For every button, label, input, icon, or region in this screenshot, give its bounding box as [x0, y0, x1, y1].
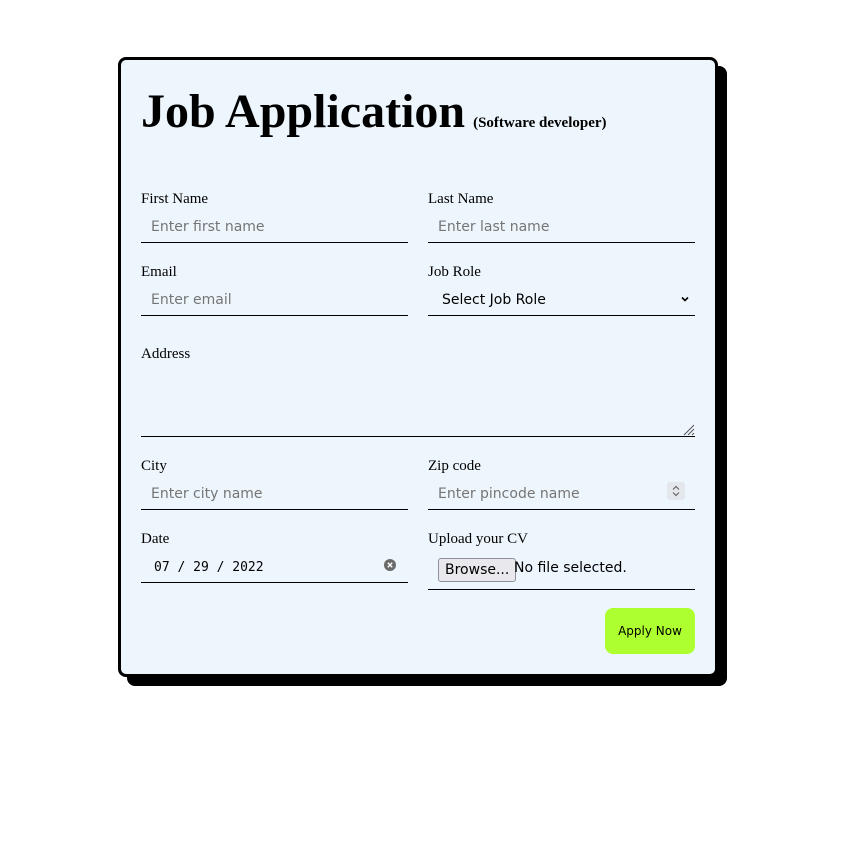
job-role-field: Job Role Select Job Role: [428, 263, 695, 316]
last-name-field: Last Name Enter last name: [428, 190, 695, 243]
cv-field: Upload your CV Browse... No file selecte…: [428, 530, 695, 590]
zip-input[interactable]: Enter pincode name: [428, 482, 695, 510]
address-textarea[interactable]: [141, 360, 695, 437]
email-input[interactable]: Enter email: [141, 290, 408, 316]
resize-handle-icon[interactable]: [681, 422, 695, 436]
email-field: Email Enter email: [141, 263, 408, 316]
file-status: No file selected.: [514, 560, 627, 576]
apply-now-button[interactable]: Apply Now: [605, 608, 695, 654]
clear-icon[interactable]: [384, 559, 396, 571]
date-label: Date: [141, 531, 170, 547]
cv-file-input[interactable]: Browse... No file selected.: [428, 557, 695, 590]
spinner-icon[interactable]: [667, 482, 685, 500]
job-application-form: Job Application (Software developer) Firs…: [118, 57, 718, 677]
job-role-label: Job Role: [428, 264, 481, 280]
cv-label: Upload your CV: [428, 531, 528, 547]
date-input[interactable]: 07 / 29 / 2022: [141, 557, 408, 583]
date-value: 07 / 29 / 2022: [154, 560, 264, 575]
city-label: City: [141, 458, 167, 474]
job-role-selected: Select Job Role: [442, 292, 546, 308]
city-field: City Enter city name: [141, 457, 408, 510]
city-input[interactable]: Enter city name: [141, 484, 408, 510]
first-name-label: First Name: [141, 191, 209, 207]
page-title: Job Application: [141, 85, 466, 138]
first-name-field: First Name Enter first name: [141, 190, 408, 243]
email-label: Email: [141, 264, 177, 280]
last-name-label: Last Name: [428, 191, 494, 207]
browse-button[interactable]: Browse...: [438, 558, 517, 582]
chevron-down-icon: [681, 296, 689, 302]
zip-placeholder: Enter pincode name: [438, 486, 580, 502]
job-role-select[interactable]: Select Job Role: [428, 290, 695, 316]
page-subtitle: (Software developer): [473, 115, 607, 131]
first-name-input[interactable]: Enter first name: [141, 217, 408, 243]
date-field: Date 07 / 29 / 2022: [141, 530, 408, 583]
last-name-input[interactable]: Enter last name: [428, 217, 695, 243]
zip-label: Zip code: [428, 458, 481, 474]
title-row: Job Application (Software developer): [141, 84, 607, 139]
zip-field: Zip code Enter pincode name: [428, 457, 695, 510]
